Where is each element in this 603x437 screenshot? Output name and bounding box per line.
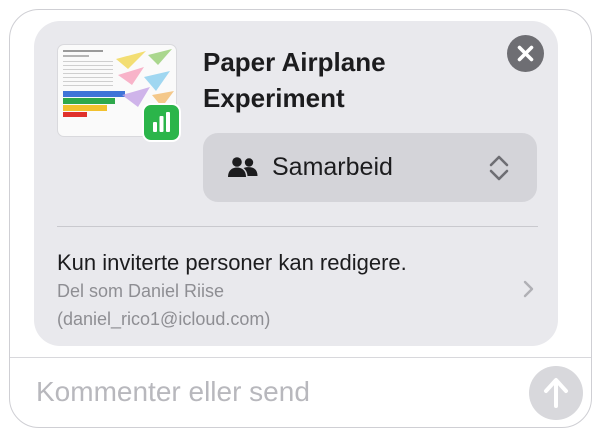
divider <box>57 226 538 227</box>
chevron-right-icon <box>523 280 534 298</box>
numbers-icon <box>153 112 170 132</box>
permissions-summary: Kun inviterte personer kan redigere. <box>57 250 407 275</box>
separator <box>10 357 591 358</box>
comment-input[interactable] <box>36 372 506 412</box>
up-down-chevron-icon <box>489 155 509 181</box>
people-icon <box>228 157 258 177</box>
numbers-app-icon <box>142 103 181 142</box>
collaboration-mode-label: Samarbeid <box>272 153 393 181</box>
close-button[interactable] <box>507 35 544 72</box>
shared-as-label: Del som Daniel Riise <box>57 281 225 301</box>
send-button[interactable] <box>529 366 583 420</box>
arrow-up-icon <box>544 378 568 408</box>
close-icon <box>517 45 534 62</box>
document-title: Paper Airplane Experiment <box>203 47 386 113</box>
account-email: (daniel_rico1@icloud.com) <box>57 309 271 329</box>
